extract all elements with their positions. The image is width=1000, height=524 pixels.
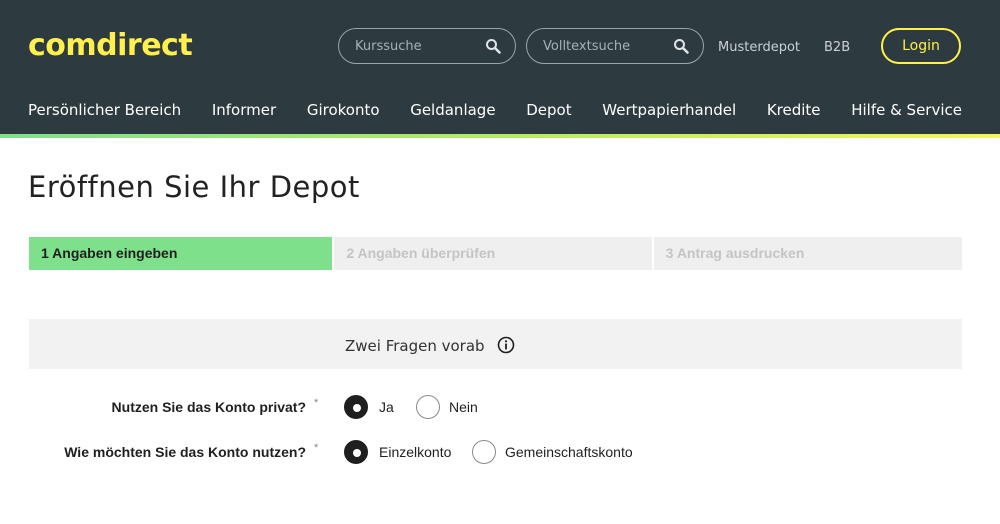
radio-label-no[interactable]: Nein xyxy=(449,399,478,415)
nav-item-informer[interactable]: Informer xyxy=(212,101,276,119)
radio-label-single-account[interactable]: Einzelkonto xyxy=(379,444,451,460)
progress-steps: 1 Angaben eingeben 2 Angaben überprüfen … xyxy=(29,237,962,270)
musterdepot-link[interactable]: Musterdepot xyxy=(718,40,800,55)
nav-item-geldanlage[interactable]: Geldanlage xyxy=(410,101,495,119)
nav-item-persoenlicher-bereich[interactable]: Persönlicher Bereich xyxy=(28,101,181,119)
login-button[interactable]: Login xyxy=(881,28,961,64)
fulltext-search-input[interactable] xyxy=(527,38,667,54)
main-navigation: Persönlicher Bereich Informer Girokonto … xyxy=(28,101,962,119)
required-mark: * xyxy=(314,442,319,454)
comdirect-logo[interactable]: comdirect xyxy=(28,28,193,63)
step-1-enter-details: 1 Angaben eingeben xyxy=(29,237,333,270)
fulltext-search-box[interactable] xyxy=(526,28,704,64)
site-header: comdirect Musterdepot B2B Login Persönli… xyxy=(0,0,1000,134)
radio-single-account[interactable] xyxy=(344,440,368,464)
step-3-print-application: 3 Antrag ausdrucken xyxy=(653,237,962,270)
nav-item-kredite[interactable]: Kredite xyxy=(767,101,821,119)
info-icon[interactable] xyxy=(497,336,515,354)
question-account-usage: Wie möchten Sie das Konto nutzen? xyxy=(64,444,306,460)
question-private-use: Nutzen Sie das Konto privat? xyxy=(111,399,306,415)
b2b-link[interactable]: B2B xyxy=(824,40,850,55)
nav-item-wertpapierhandel[interactable]: Wertpapierhandel xyxy=(602,101,736,119)
page-title: Eröffnen Sie Ihr Depot xyxy=(28,170,360,204)
course-search-input[interactable] xyxy=(339,38,479,54)
course-search-box[interactable] xyxy=(338,28,516,64)
nav-item-girokonto[interactable]: Girokonto xyxy=(307,101,380,119)
search-icon[interactable] xyxy=(673,38,689,54)
step-2-review-details: 2 Angaben überprüfen xyxy=(334,237,652,270)
search-icon[interactable] xyxy=(485,38,501,54)
questions-panel-header: Zwei Fragen vorab xyxy=(29,319,962,369)
radio-joint-account[interactable] xyxy=(472,440,496,464)
required-mark: * xyxy=(314,397,319,409)
panel-title: Zwei Fragen vorab xyxy=(345,337,485,355)
radio-private-no[interactable] xyxy=(416,395,440,419)
radio-label-yes[interactable]: Ja xyxy=(379,399,394,415)
nav-item-depot[interactable]: Depot xyxy=(526,101,571,119)
header-accent-bar xyxy=(0,134,1000,138)
radio-private-yes[interactable] xyxy=(344,395,368,419)
radio-label-joint-account[interactable]: Gemeinschaftskonto xyxy=(505,444,633,460)
nav-item-hilfe-service[interactable]: Hilfe & Service xyxy=(851,101,962,119)
